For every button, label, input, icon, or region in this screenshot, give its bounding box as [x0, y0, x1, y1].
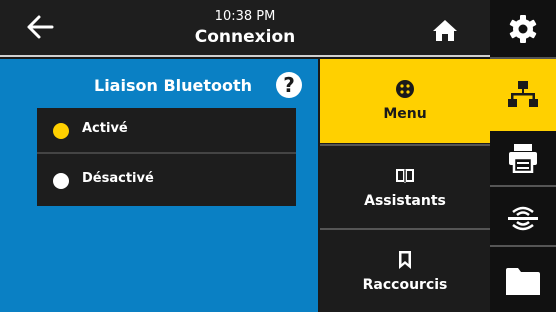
menu-button-label: Menu [383, 106, 427, 122]
folder-icon [506, 268, 540, 295]
clock-time: 10:38 PM [214, 9, 276, 24]
rfid-sensor-icon [508, 206, 538, 231]
shortcuts-button-label: Raccourcis [362, 277, 448, 293]
menu-button[interactable]: Menu [320, 59, 490, 143]
sidebar-item-storage[interactable] [490, 249, 556, 312]
radio-selected-indicator [53, 123, 69, 139]
sidebar-item-connection[interactable] [490, 59, 556, 131]
page-title: Connexion [194, 27, 296, 47]
menu-dots-icon [396, 80, 414, 98]
wizards-button[interactable]: Assistants [320, 144, 490, 228]
gear-icon [509, 15, 537, 43]
header-bar: 10:38 PM Connexion [0, 0, 490, 57]
sidebar-item-sensor[interactable] [490, 189, 556, 247]
wizards-button-label: Assistants [364, 193, 446, 209]
option-disabled[interactable]: Désactivé [37, 158, 296, 204]
sidebar-item-print[interactable] [490, 131, 556, 187]
printer-screen: 10:38 PM Connexion Liaison Bluetooth ? A… [0, 0, 556, 312]
printer-icon [509, 144, 537, 173]
sidebar [490, 0, 556, 312]
help-button[interactable]: ? [276, 72, 302, 98]
network-icon [508, 81, 538, 107]
radio-unselected-indicator [53, 173, 69, 189]
home-icon [433, 20, 457, 41]
book-icon [396, 169, 414, 183]
sidebar-item-settings[interactable] [490, 0, 556, 59]
option-label: Désactivé [82, 171, 154, 186]
shortcuts-button[interactable]: Raccourcis [320, 228, 490, 312]
option-label: Activé [82, 121, 128, 136]
bookmark-icon [399, 251, 411, 269]
home-button[interactable] [432, 18, 458, 42]
bluetooth-options: Activé Désactivé [37, 108, 296, 206]
bluetooth-panel: Liaison Bluetooth ? Activé Désactivé [0, 59, 318, 312]
option-enabled[interactable]: Activé [37, 108, 296, 154]
panel-title: Liaison Bluetooth [94, 76, 253, 95]
menu-column: Menu Assistants Raccourcis [320, 59, 490, 312]
